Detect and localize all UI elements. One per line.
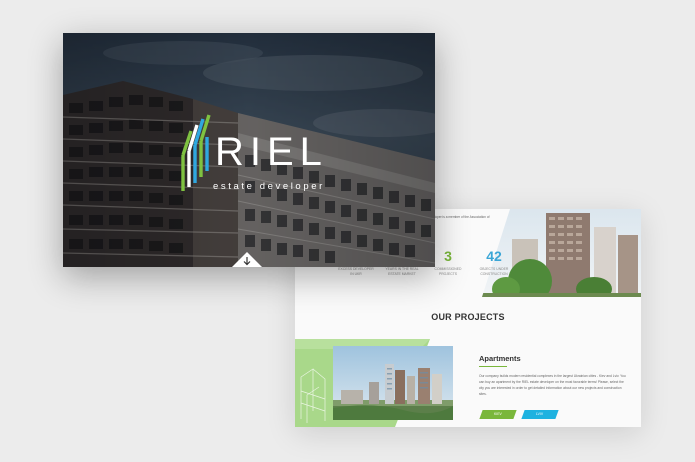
button-label: LVIV xyxy=(536,412,544,416)
stat-label-line: IN UKR xyxy=(350,271,362,276)
stat-label: EXCESS DEVELOPER IN UKR xyxy=(331,267,381,276)
button-label: KIEV xyxy=(494,412,502,416)
project-title: Apartments xyxy=(479,354,521,363)
project-description: Our company builds modern residential co… xyxy=(479,374,626,396)
city-button-kiev[interactable]: KIEV xyxy=(479,410,517,419)
city-button-lviv[interactable]: LVIV xyxy=(521,410,559,419)
stat-label: COMMISSIONED PROJECTS xyxy=(423,267,473,276)
apartments-project-photo[interactable] xyxy=(333,346,453,420)
scroll-down-button[interactable] xyxy=(232,249,262,267)
logo-stripes-icon xyxy=(181,114,211,191)
arrow-down-icon xyxy=(232,252,262,267)
hero-page-preview: RIEL estate developer xyxy=(63,33,435,267)
stat-label-line: PROJECTS xyxy=(438,271,458,276)
stat-label: OBJECTS UNDER CONSTRUCTION xyxy=(469,267,519,276)
stat-label-line: CONSTRUCTION xyxy=(480,271,508,276)
stat-label-line: ESTATE MARKET xyxy=(388,271,416,276)
section-title: OUR PROJECTS xyxy=(431,312,505,322)
stat-label-line: EXCESS DEVELOPER xyxy=(338,267,374,271)
stat-number: 42 xyxy=(486,248,502,264)
brand-tagline: estate developer xyxy=(213,181,325,192)
brand-name: RIEL xyxy=(215,130,328,174)
stat-item: 42 OBJECTS UNDER CONSTRUCTION xyxy=(469,249,519,276)
stat-label: YEARS IN THE REAL ESTATE MARKET xyxy=(377,267,427,276)
title-underline xyxy=(479,366,507,367)
